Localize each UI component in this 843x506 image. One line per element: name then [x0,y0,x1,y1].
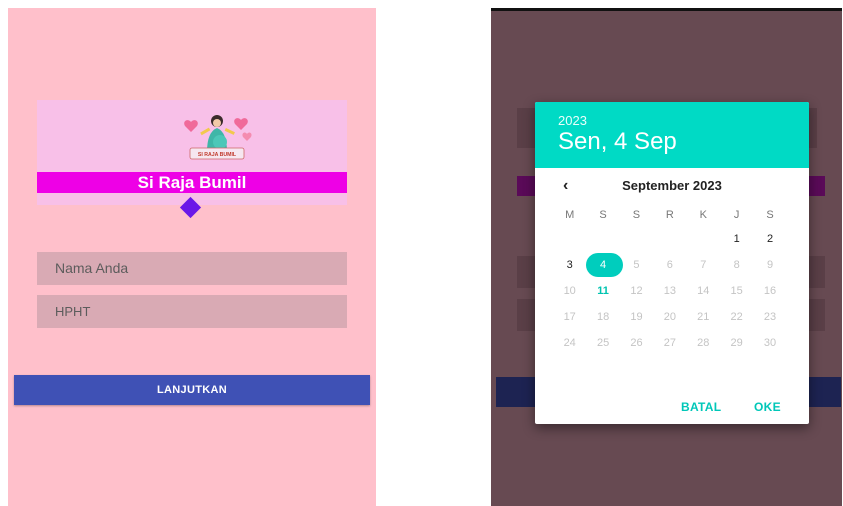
weekday-label: R [665,209,674,221]
calendar-day-number: 20 [663,311,676,323]
calendar-day-number: 4 [600,259,607,271]
calendar-empty-cell [620,226,653,252]
selected-year[interactable]: 2023 [558,113,587,128]
app-header-card: SI RAJA BUMIL Si Raja Bumil [37,100,347,205]
calendar-day: 30 [753,330,786,356]
calendar-day-number: 9 [766,259,774,271]
calendar-day: 28 [687,330,720,356]
calendar-day-number: 11 [597,285,609,297]
calendar-day-number: 18 [596,311,610,323]
calendar-empty-cell [586,226,619,252]
selected-date: Sen, 4 Sep [558,128,677,155]
cancel-button[interactable]: BATAL [681,396,721,418]
app-screen-date-picker: 2023 Sen, 4 Sep September 2023 ‹ MSSRKJS… [491,8,842,506]
calendar-day-selected[interactable]: 4 [586,252,624,278]
logo-badge-text: SI RAJA BUMIL [198,152,237,158]
calendar-day: 27 [653,330,686,356]
calendar-day: 14 [687,278,720,304]
calendar-grid: 1 2 3 4 5 6 7 8 9 10 11 12 13 14 15 16 17 18 19 20 21 22 23 24 2… [553,226,787,356]
calendar-day: 16 [753,278,786,304]
calendar-day-number: 28 [697,337,710,349]
calendar-day-number: 27 [663,337,676,349]
calendar-day-number: 3 [566,259,573,271]
calendar-day: 26 [620,330,653,356]
calendar-day-number: 26 [630,337,643,349]
calendar-day: 20 [653,304,686,330]
weekday-label: S [766,209,774,221]
calendar-day: 21 [687,304,720,330]
calendar-day: 12 [620,278,653,304]
calendar-day: 13 [653,278,686,304]
calendar-week: 24 25 26 27 28 29 30 [553,330,787,356]
app-screen-form: SI RAJA BUMIL Si Raja Bumil Nama Anda HP… [8,8,376,506]
weekday-label: K [699,209,707,221]
calendar-day-number: 12 [630,285,643,297]
calendar-empty-cell [553,226,586,252]
month-navigation: September 2023 ‹ [535,176,809,196]
calendar-day: 8 [720,252,753,278]
calendar-day: 5 [620,252,653,278]
calendar-week: 17 18 19 20 21 22 23 [553,304,787,330]
calendar-day[interactable]: 1 [720,226,753,252]
calendar-day-number: 23 [763,311,777,323]
calendar-empty-cell [653,226,686,252]
date-picker-header: 2023 Sen, 4 Sep [535,102,809,168]
calendar-day: 17 [553,304,586,330]
calendar-day-number: 8 [733,259,740,271]
calendar-day-today: 11 [586,278,619,304]
calendar-day-number: 10 [563,285,576,297]
calendar-day-number: 24 [563,337,576,349]
calendar-day: 15 [720,278,753,304]
app-logo: SI RAJA BUMIL [184,115,252,160]
calendar-day-number: 2 [766,233,774,245]
month-label: September 2023 [622,178,722,193]
calendar-day: 29 [720,330,753,356]
calendar-day-number: 30 [763,337,777,349]
app-title: Si Raja Bumil [37,172,347,193]
calendar-day-number: 14 [697,285,710,297]
dialog-actions: BATAL OKE [535,396,809,418]
calendar-day-number: 29 [730,337,743,349]
calendar-day-number: 16 [763,285,777,297]
continue-button[interactable]: LANJUTKAN [14,375,370,405]
calendar-day: 9 [753,252,786,278]
calendar-week: 12 [553,226,787,252]
chevron-left-icon[interactable]: ‹ [563,176,568,196]
calendar-day: 25 [586,330,619,356]
date-picker-dialog: 2023 Sen, 4 Sep September 2023 ‹ MSSRKJS… [535,102,809,424]
weekday-header: MSSRKJS [553,206,787,224]
calendar-day-number: 21 [697,311,710,323]
calendar-day[interactable]: 3 [553,252,586,278]
calendar-day: 22 [720,304,753,330]
calendar-day-number: 13 [663,285,676,297]
name-input[interactable]: Nama Anda [37,252,347,285]
calendar-day: 24 [553,330,586,356]
weekday-label: J [733,209,740,221]
calendar-day: 18 [586,304,619,330]
calendar-day-number: 19 [630,311,643,323]
calendar-day-number: 15 [730,285,743,297]
calendar-day: 19 [620,304,653,330]
calendar-week: 10 11 12 13 14 15 16 [553,278,787,304]
status-bar [491,8,842,11]
calendar-day-number: 6 [666,259,673,271]
calendar-day-number: 17 [563,311,576,323]
calendar-day[interactable]: 2 [753,226,786,252]
calendar-week: 3 4 5 6 7 8 9 [553,252,787,278]
calendar-empty-cell [687,226,720,252]
calendar-day: 7 [687,252,720,278]
calendar-day: 10 [553,278,586,304]
hpht-date-input[interactable]: HPHT [37,295,347,328]
calendar-day-number: 22 [730,311,743,323]
calendar-day: 23 [753,304,786,330]
calendar-day: 6 [653,252,686,278]
calendar-day-number: 7 [700,259,707,271]
calendar-day-number: 25 [596,337,610,349]
calendar-day-number: 5 [633,259,640,271]
weekday-label: S [599,209,607,221]
weekday-label: M [565,209,575,221]
ok-button[interactable]: OKE [754,396,781,418]
weekday-label: S [632,209,641,221]
calendar-day-number: 1 [733,233,740,245]
